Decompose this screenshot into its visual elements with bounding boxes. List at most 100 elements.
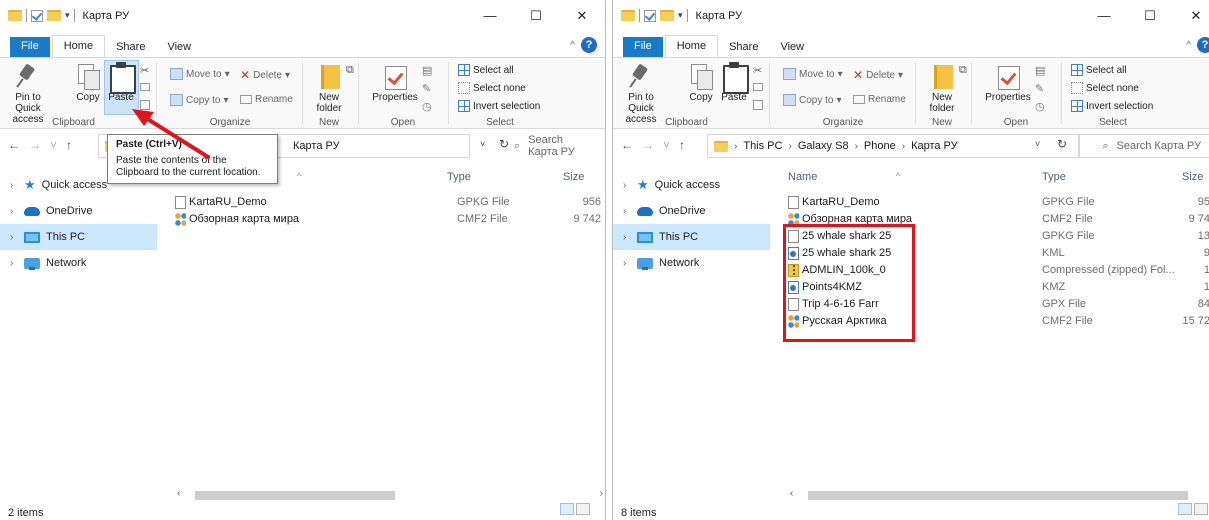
large-icons-view-icon[interactable] <box>576 503 590 515</box>
copy-button[interactable]: Copy <box>689 62 713 103</box>
new-folder-icon[interactable] <box>47 10 61 21</box>
scroll-left-icon[interactable]: ‹ <box>177 488 180 499</box>
tab-view[interactable]: View <box>769 37 815 57</box>
rename-button[interactable]: Rename <box>240 94 293 105</box>
breadcrumb-this-pc[interactable]: This PC <box>743 140 782 152</box>
properties-check-icon[interactable] <box>31 9 43 22</box>
large-icons-view-icon[interactable] <box>1194 503 1208 515</box>
expand-icon[interactable]: › <box>623 180 631 191</box>
select-all-button[interactable]: Select all <box>458 64 514 76</box>
details-view-icon[interactable] <box>1178 503 1192 515</box>
delete-button[interactable]: ✕ Delete ▾ <box>853 68 903 82</box>
breadcrumb-galaxy-s8[interactable]: Galaxy S8 <box>798 140 849 152</box>
new-folder-button[interactable]: New folder <box>310 62 348 114</box>
scroll-right-icon[interactable]: › <box>600 488 603 499</box>
expand-icon[interactable]: › <box>623 232 631 243</box>
invert-selection-button[interactable]: Invert selection <box>1071 100 1153 112</box>
invert-selection-button[interactable]: Invert selection <box>458 100 540 112</box>
address-bar[interactable]: › This PC › Galaxy S8 › Phone › Карта РУ <box>707 134 1079 158</box>
column-size[interactable]: Size <box>563 171 584 183</box>
new-folder-icon[interactable] <box>660 10 674 21</box>
details-view-icon[interactable] <box>560 503 574 515</box>
tab-home[interactable]: Home <box>664 35 719 57</box>
help-icon[interactable]: ? <box>1197 37 1209 53</box>
nav-item-this-pc[interactable]: › This PC <box>613 224 770 250</box>
delete-button[interactable]: ✕ Delete ▾ <box>240 68 290 82</box>
tab-file[interactable]: File <box>623 37 663 57</box>
maximize-button[interactable]: ☐ <box>1127 0 1173 31</box>
paste-shortcut-icon[interactable] <box>140 100 150 110</box>
expand-icon[interactable]: › <box>10 258 18 269</box>
column-type[interactable]: Type <box>447 171 471 183</box>
recent-locations-icon[interactable]: ˅ <box>50 138 57 152</box>
maximize-button[interactable]: ☐ <box>513 0 559 31</box>
file-row[interactable]: KartaRU_Demo GPKG File 95 <box>788 194 1209 211</box>
tab-share[interactable]: Share <box>718 37 769 57</box>
scroll-left-icon[interactable]: ‹ <box>790 488 793 499</box>
copy-path-icon[interactable] <box>140 83 150 91</box>
customize-dropdown-icon[interactable]: ▾ <box>678 10 683 21</box>
file-row[interactable]: KartaRU_Demo GPKG File 956 <box>175 194 605 211</box>
select-all-button[interactable]: Select all <box>1071 64 1127 76</box>
move-to-button[interactable]: Move to ▾ <box>783 68 843 80</box>
breadcrumb-phone[interactable]: Phone <box>864 140 896 152</box>
new-folder-button[interactable]: New folder <box>923 62 961 114</box>
edit-icon[interactable]: ✎ <box>422 82 431 95</box>
scroll-thumb[interactable] <box>808 491 1188 500</box>
close-button[interactable]: ✕ <box>559 0 605 31</box>
pin-to-quick-access-button[interactable]: Pin to Quick access <box>619 62 663 125</box>
edit-icon[interactable]: ✎ <box>1035 82 1044 95</box>
nav-item-onedrive[interactable]: › OneDrive <box>613 198 770 224</box>
nav-item-network[interactable]: › Network <box>613 250 770 276</box>
properties-check-icon[interactable] <box>644 9 656 22</box>
help-icon[interactable]: ? <box>581 37 597 53</box>
forward-arrow-icon[interactable]: → <box>642 138 654 152</box>
refresh-icon[interactable]: ↻ <box>1057 137 1067 151</box>
nav-item-quick-access[interactable]: › ★ Quick access <box>613 172 770 198</box>
properties-button[interactable]: Properties <box>370 62 420 103</box>
collapse-ribbon-icon[interactable]: ^ <box>570 40 575 51</box>
cut-icon[interactable]: ✂ <box>140 64 153 77</box>
recent-locations-icon[interactable]: ˅ <box>663 138 670 152</box>
history-icon[interactable]: ◷ <box>422 100 432 113</box>
open-icon[interactable]: ▤ <box>1035 64 1045 77</box>
search-box[interactable]: ⌕ Search Карта РУ <box>1079 134 1209 158</box>
expand-icon[interactable]: › <box>623 258 631 269</box>
open-icon[interactable]: ▤ <box>422 64 432 77</box>
expand-icon[interactable]: › <box>10 180 18 191</box>
back-arrow-icon[interactable]: ← <box>621 138 633 152</box>
select-none-button[interactable]: Select none <box>458 82 526 94</box>
move-to-button[interactable]: Move to ▾ <box>170 68 230 80</box>
select-none-button[interactable]: Select none <box>1071 82 1139 94</box>
expand-icon[interactable]: › <box>10 206 18 217</box>
search-box[interactable]: ⌕ Search Карта РУ <box>474 134 600 158</box>
tab-home[interactable]: Home <box>51 35 106 57</box>
address-dropdown-icon[interactable]: ˅ <box>1035 139 1040 149</box>
scroll-thumb[interactable] <box>195 491 395 500</box>
breadcrumb-current[interactable]: Карта РУ <box>911 140 958 152</box>
collapse-ribbon-icon[interactable]: ^ <box>1186 40 1191 51</box>
paste-button[interactable]: Paste <box>719 62 749 103</box>
forward-arrow-icon[interactable]: → <box>29 138 41 152</box>
paste-button[interactable]: Paste <box>106 62 136 103</box>
cut-icon[interactable]: ✂ <box>753 64 766 77</box>
copy-to-button[interactable]: Copy to ▾ <box>783 94 842 106</box>
nav-item-onedrive[interactable]: › OneDrive <box>0 198 157 224</box>
up-arrow-icon[interactable]: ↑ <box>66 138 72 152</box>
rename-button[interactable]: Rename <box>853 94 906 105</box>
column-size[interactable]: Size <box>1182 171 1203 183</box>
expand-icon[interactable]: › <box>10 232 18 243</box>
new-item-icon[interactable]: ⧉ <box>959 64 967 77</box>
nav-item-this-pc[interactable]: › This PC <box>0 224 157 250</box>
file-row[interactable]: Обзорная карта мира CMF2 File 9 742 <box>175 211 605 228</box>
copy-path-icon[interactable] <box>753 83 763 91</box>
column-type[interactable]: Type <box>1042 171 1066 183</box>
history-icon[interactable]: ◷ <box>1035 100 1045 113</box>
expand-icon[interactable]: › <box>623 206 631 217</box>
pin-to-quick-access-button[interactable]: Pin to Quick access <box>6 62 50 125</box>
tab-view[interactable]: View <box>156 37 202 57</box>
minimize-button[interactable]: — <box>1081 0 1127 31</box>
back-arrow-icon[interactable]: ← <box>8 138 20 152</box>
horizontal-scrollbar[interactable]: ‹ <box>788 487 1209 504</box>
close-button[interactable]: ✕ <box>1173 0 1209 31</box>
